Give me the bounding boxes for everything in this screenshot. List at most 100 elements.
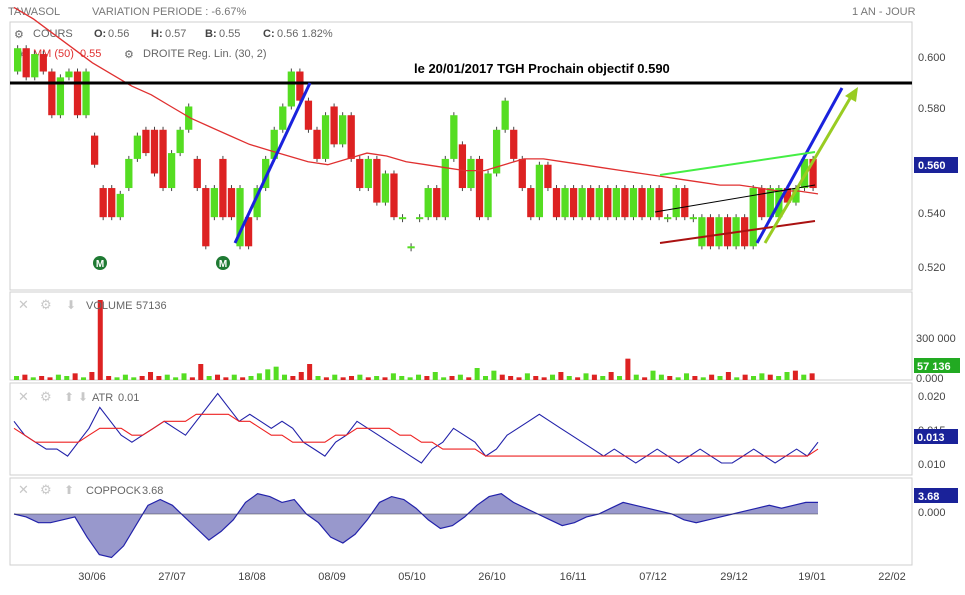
coppock-last-value: 3.68 <box>918 491 939 503</box>
ma50-line <box>13 6 819 195</box>
gear-icon[interactable]: ⚙ <box>40 482 52 497</box>
atr-value: 0.01 <box>118 392 139 404</box>
price-candle <box>715 217 723 247</box>
volume-tick-0: 0.000 <box>916 373 944 385</box>
price-candle <box>475 158 484 218</box>
atr-tick-0010: 0.010 <box>918 459 946 471</box>
price-tick-0600: 0.600 <box>918 52 946 64</box>
price-candle <box>150 129 159 174</box>
price-candle <box>569 188 578 218</box>
price-candle <box>65 71 73 78</box>
x-tick: 26/10 <box>478 571 506 583</box>
x-tick: 29/12 <box>720 571 748 583</box>
volume-bar <box>315 376 321 380</box>
volume-bar <box>399 376 405 380</box>
price-candle <box>646 188 655 218</box>
volume-bar <box>148 372 154 380</box>
x-tick: 18/08 <box>238 571 266 583</box>
price-candle <box>698 217 706 247</box>
price-candle <box>202 188 210 247</box>
price-candle <box>279 106 287 130</box>
price-candle <box>424 188 432 218</box>
price-candle <box>544 164 552 189</box>
volume-bar <box>240 377 246 380</box>
arrow-down-icon[interactable]: ⬇ <box>66 298 76 312</box>
x-tick: 08/09 <box>318 571 346 583</box>
price-candle <box>749 188 757 247</box>
price-candle <box>176 129 184 154</box>
blue-trendline-1 <box>233 82 312 244</box>
volume-bar <box>608 372 614 380</box>
volume-bar <box>717 376 723 380</box>
x-tick: 22/02 <box>878 571 906 583</box>
price-candle <box>527 188 535 218</box>
price-candle <box>672 188 680 218</box>
volume-bar <box>323 377 329 380</box>
volume-bar <box>290 376 296 380</box>
gear-icon[interactable]: ⚙ <box>40 389 52 404</box>
volume-bar <box>474 368 480 380</box>
volume-bar <box>767 374 773 380</box>
price-candle <box>390 173 398 218</box>
channel-top-line <box>659 151 816 176</box>
annotation-text: le 20/01/2017 TGH Prochain objectif 0.59… <box>414 61 670 76</box>
volume-bar <box>265 369 271 380</box>
volume-bar <box>441 377 447 380</box>
price-candle <box>578 188 586 218</box>
coppock-label: COPPOCK <box>86 485 142 497</box>
volume-bar <box>591 374 597 380</box>
volume-bar <box>122 374 128 380</box>
volume-bar <box>809 373 815 380</box>
price-candle <box>621 188 629 218</box>
price-candle <box>706 217 715 247</box>
price-candle <box>587 188 595 218</box>
volume-bar <box>667 376 673 380</box>
volume-bar <box>47 377 53 380</box>
price-candle <box>108 188 116 218</box>
volume-bar <box>298 372 304 380</box>
chart-window: TAWASOL VARIATION PERIODE : -6.67% 1 AN … <box>0 0 965 595</box>
close-icon[interactable]: ✕ <box>18 389 29 404</box>
price-candle <box>356 158 364 189</box>
volume-bar <box>114 377 120 380</box>
price-candle <box>304 100 313 130</box>
close-icon[interactable]: ✕ <box>18 482 29 497</box>
volume-bar <box>692 376 698 380</box>
volume-bar <box>583 373 589 380</box>
volume-bar <box>173 377 179 380</box>
coppock-value: 3.68 <box>142 485 163 497</box>
volume-bar <box>734 377 740 380</box>
arrow-up-icon[interactable]: ⬆ <box>64 390 74 404</box>
atr-signal-line <box>13 413 819 457</box>
volume-last-value: 57 136 <box>917 361 951 373</box>
volume-bar <box>131 377 137 380</box>
price-candle <box>510 129 518 159</box>
price-tick-0520: 0.520 <box>918 262 946 274</box>
price-candle <box>681 188 689 218</box>
arrow-up-icon[interactable]: ⬆ <box>64 483 74 497</box>
volume-bar <box>792 370 798 380</box>
volume-label: VOLUME <box>86 300 132 312</box>
price-candle <box>364 158 372 189</box>
gear-icon[interactable]: ⚙ <box>40 297 52 312</box>
price-candle <box>321 115 330 159</box>
volume-bar <box>139 376 145 380</box>
price-candle <box>99 188 107 218</box>
volume-bar <box>759 373 765 380</box>
volume-bar <box>156 376 162 380</box>
volume-bar <box>457 374 463 380</box>
x-tick: 05/10 <box>398 571 426 583</box>
close-icon[interactable]: ✕ <box>18 297 29 312</box>
volume-bar <box>432 372 438 380</box>
arrow-down-icon[interactable]: ⬇ <box>78 390 88 404</box>
price-candle <box>433 188 441 218</box>
volume-bar <box>256 373 262 380</box>
volume-bar <box>751 376 757 380</box>
price-candle <box>518 158 526 189</box>
price-candle <box>501 100 509 130</box>
volume-bar <box>332 374 338 380</box>
volume-bar <box>617 376 623 380</box>
price-candle <box>73 71 82 116</box>
volume-bar <box>725 372 731 380</box>
volume-bar <box>81 377 87 380</box>
